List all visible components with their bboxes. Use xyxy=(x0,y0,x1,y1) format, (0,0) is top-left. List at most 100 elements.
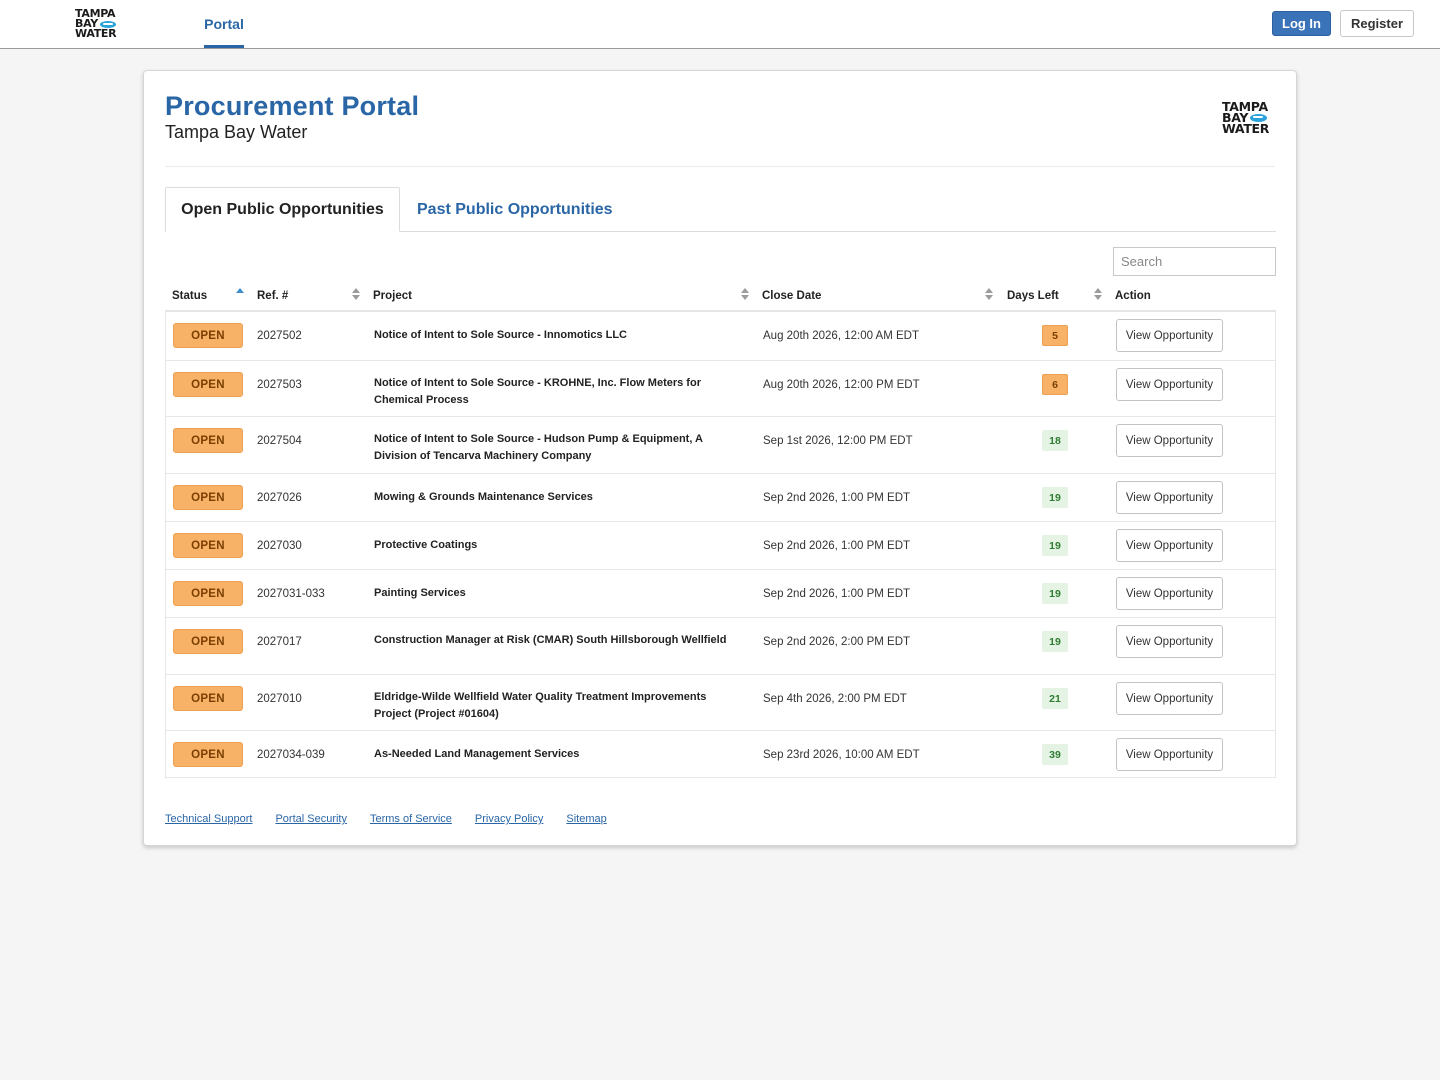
close-date: Sep 2nd 2026, 1:00 PM EDT xyxy=(763,587,911,600)
column-header-days-left[interactable]: Days Left xyxy=(1007,281,1059,310)
logo-word-water: WATER xyxy=(75,27,117,40)
footer-link-technical-support[interactable]: Technical Support xyxy=(165,813,252,825)
project-name: Notice of Intent to Sole Source - KROHNE… xyxy=(374,377,701,406)
status-badge: OPEN xyxy=(173,533,243,558)
view-opportunity-button[interactable]: View Opportunity xyxy=(1116,682,1223,715)
project-name: Eldridge-Wilde Wellfield Water Quality T… xyxy=(374,691,707,720)
view-opportunity-button[interactable]: View Opportunity xyxy=(1116,481,1223,514)
days-left-badge: 18 xyxy=(1042,430,1068,451)
status-badge: OPEN xyxy=(173,581,243,606)
ref-number: 2027010 xyxy=(257,692,302,705)
close-date: Sep 1st 2026, 12:00 PM EDT xyxy=(763,434,913,447)
ref-number: 2027504 xyxy=(257,434,302,447)
tab-past-opportunities[interactable]: Past Public Opportunities xyxy=(417,187,613,232)
status-badge: OPEN xyxy=(173,686,243,711)
table-row: OPEN 2027504 Notice of Intent to Sole So… xyxy=(166,416,1275,473)
tab-open-opportunities[interactable]: Open Public Opportunities xyxy=(165,187,400,232)
close-date: Sep 4th 2026, 2:00 PM EDT xyxy=(763,692,907,705)
close-date: Sep 23rd 2026, 10:00 AM EDT xyxy=(763,748,920,761)
table-row: OPEN 2027030 Protective Coatings Sep 2nd… xyxy=(166,521,1275,569)
project-name: Construction Manager at Risk (CMAR) Sout… xyxy=(374,634,727,646)
top-navbar: TAMPA BAY WATER Portal Log In Register xyxy=(0,0,1440,49)
project-name: Notice of Intent to Sole Source - Innomo… xyxy=(374,329,628,341)
opportunities-table: Status Ref. # Project Close Date Days Le… xyxy=(165,281,1276,778)
close-date: Aug 20th 2026, 12:00 AM EDT xyxy=(763,329,919,342)
view-opportunity-button[interactable]: View Opportunity xyxy=(1116,738,1223,771)
status-badge: OPEN xyxy=(173,629,243,654)
project-name: Painting Services xyxy=(374,587,466,599)
column-header-close-date[interactable]: Close Date xyxy=(762,281,821,310)
sort-icon[interactable] xyxy=(352,288,360,304)
view-opportunity-button[interactable]: View Opportunity xyxy=(1116,577,1223,610)
sort-ascending-icon[interactable] xyxy=(236,288,244,304)
days-left-badge: 5 xyxy=(1042,325,1068,346)
column-header-ref[interactable]: Ref. # xyxy=(257,281,288,310)
ref-number: 2027026 xyxy=(257,491,302,504)
view-opportunity-button[interactable]: View Opportunity xyxy=(1116,368,1223,401)
column-header-status[interactable]: Status xyxy=(172,281,207,310)
project-name: As-Needed Land Management Services xyxy=(374,748,580,760)
view-opportunity-button[interactable]: View Opportunity xyxy=(1116,529,1223,562)
days-left-badge: 21 xyxy=(1042,688,1068,709)
opportunity-tabs: Open Public Opportunities Past Public Op… xyxy=(165,187,1276,232)
tampa-bay-water-logo-large: TAMPA BAY WATER xyxy=(1222,100,1272,137)
days-left-badge: 6 xyxy=(1042,374,1068,395)
days-left-badge: 39 xyxy=(1042,744,1068,765)
logo-word-water: WATER xyxy=(1222,121,1270,136)
ref-number: 2027502 xyxy=(257,329,302,342)
sort-icon[interactable] xyxy=(1094,288,1102,304)
status-badge: OPEN xyxy=(173,372,243,397)
page-subtitle: Tampa Bay Water xyxy=(165,122,308,142)
footer-links: Technical Support Portal Security Terms … xyxy=(165,813,630,825)
close-date: Sep 2nd 2026, 1:00 PM EDT xyxy=(763,539,911,552)
status-badge: OPEN xyxy=(173,485,243,510)
days-left-badge: 19 xyxy=(1042,583,1068,604)
close-date: Aug 20th 2026, 12:00 PM EDT xyxy=(763,378,920,391)
footer-link-portal-security[interactable]: Portal Security xyxy=(275,813,347,825)
table-body: OPEN 2027502 Notice of Intent to Sole So… xyxy=(165,312,1276,778)
table-row: OPEN 2027010 Eldridge-Wilde Wellfield Wa… xyxy=(166,674,1275,730)
view-opportunity-button[interactable]: View Opportunity xyxy=(1116,319,1223,352)
close-date: Sep 2nd 2026, 1:00 PM EDT xyxy=(763,491,911,504)
water-drop-icon xyxy=(1250,113,1268,122)
page-title: Procurement Portal xyxy=(165,91,420,121)
sort-icon[interactable] xyxy=(985,288,993,304)
view-opportunity-button[interactable]: View Opportunity xyxy=(1116,424,1223,457)
table-row: OPEN 2027503 Notice of Intent to Sole So… xyxy=(166,360,1275,416)
header-divider xyxy=(165,166,1275,167)
sort-icon[interactable] xyxy=(741,288,749,304)
view-opportunity-button[interactable]: View Opportunity xyxy=(1116,625,1223,658)
table-row: OPEN 2027026 Mowing & Grounds Maintenanc… xyxy=(166,473,1275,521)
days-left-badge: 19 xyxy=(1042,487,1068,508)
table-row: OPEN 2027502 Notice of Intent to Sole So… xyxy=(166,312,1275,360)
search-input[interactable] xyxy=(1113,247,1276,276)
footer-link-sitemap[interactable]: Sitemap xyxy=(566,813,606,825)
table-row: OPEN 2027031-033 Painting Services Sep 2… xyxy=(166,569,1275,617)
footer-link-privacy-policy[interactable]: Privacy Policy xyxy=(475,813,543,825)
project-name: Notice of Intent to Sole Source - Hudson… xyxy=(374,433,703,462)
table-header: Status Ref. # Project Close Date Days Le… xyxy=(165,281,1276,312)
water-drop-icon xyxy=(99,20,116,28)
project-name: Protective Coatings xyxy=(374,539,478,551)
ref-number: 2027031-033 xyxy=(257,587,325,600)
days-left-badge: 19 xyxy=(1042,535,1068,556)
days-left-badge: 19 xyxy=(1042,631,1068,652)
ref-number: 2027017 xyxy=(257,635,302,648)
table-row: OPEN 2027017 Construction Manager at Ris… xyxy=(166,617,1275,674)
status-badge: OPEN xyxy=(173,323,243,348)
footer-link-terms-of-service[interactable]: Terms of Service xyxy=(370,813,452,825)
status-badge: OPEN xyxy=(173,428,243,453)
nav-tab-portal[interactable]: Portal xyxy=(204,0,244,48)
procurement-card: Procurement Portal Tampa Bay Water TAMPA… xyxy=(143,70,1297,846)
status-badge: OPEN xyxy=(173,742,243,767)
register-button[interactable]: Register xyxy=(1340,10,1414,37)
project-name: Mowing & Grounds Maintenance Services xyxy=(374,491,593,503)
ref-number: 2027034-039 xyxy=(257,748,325,761)
ref-number: 2027030 xyxy=(257,539,302,552)
tampa-bay-water-logo[interactable]: TAMPA BAY WATER xyxy=(75,8,123,41)
table-row: OPEN 2027034-039 As-Needed Land Manageme… xyxy=(166,730,1275,777)
close-date: Sep 2nd 2026, 2:00 PM EDT xyxy=(763,635,911,648)
login-button[interactable]: Log In xyxy=(1272,11,1331,36)
column-header-project[interactable]: Project xyxy=(373,281,412,310)
ref-number: 2027503 xyxy=(257,378,302,391)
